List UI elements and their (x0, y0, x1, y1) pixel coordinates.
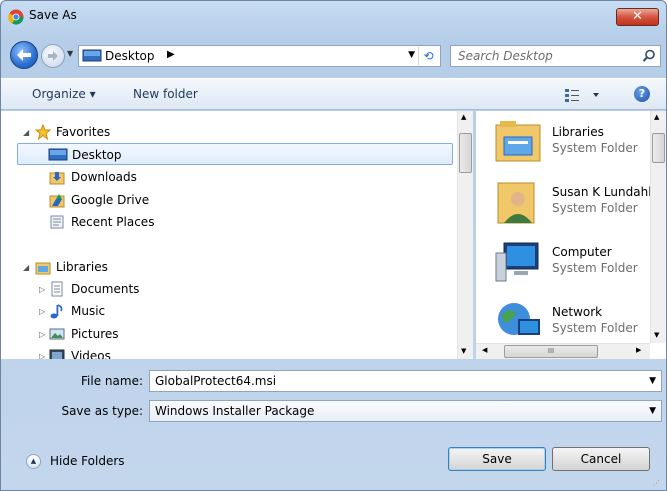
downloads-folder-icon (49, 172, 65, 185)
save-type-select[interactable]: Windows Installer Package ▼ (149, 400, 662, 422)
file-list-vertical-scrollbar[interactable]: ▲ ▼ (650, 111, 666, 343)
scrollbar-thumb[interactable] (652, 133, 665, 163)
desktop-icon (48, 148, 68, 161)
user-folder-icon (497, 182, 535, 224)
documents-icon (51, 281, 63, 297)
save-as-dialog: Save As ✕ ▼ Desktop ▶ ▼ ⟲ Search Desktop… (0, 0, 667, 491)
scrollbar-thumb[interactable] (459, 133, 472, 173)
scroll-down-icon[interactable]: ▼ (461, 347, 466, 355)
expand-libraries-icon[interactable]: ◢ (23, 263, 29, 272)
window-title: Save As (29, 8, 77, 22)
save-type-value[interactable]: Windows Installer Package (155, 404, 314, 418)
nav-item-downloads[interactable]: Downloads (17, 166, 453, 188)
file-name-dropdown-icon[interactable]: ▼ (649, 376, 656, 386)
nav-libraries-header[interactable]: Libraries (35, 256, 335, 278)
address-dropdown-icon[interactable]: ▼ (408, 50, 415, 60)
back-arrow-icon (17, 49, 31, 61)
nav-item-google-drive[interactable]: Google Drive (17, 189, 453, 211)
desktop-icon (82, 49, 102, 62)
nav-item-documents[interactable]: Documents (17, 278, 453, 300)
scroll-left-icon[interactable]: ◀ (482, 346, 487, 354)
save-button[interactable]: Save (448, 447, 546, 471)
file-item-computer[interactable]: Computer System Folder (494, 235, 654, 291)
expand-favorites-icon[interactable]: ◢ (23, 128, 29, 137)
save-fields: File name: GlobalProtect64.msi ▼ Save as… (1, 360, 666, 430)
file-name-label: File name: (81, 374, 143, 388)
refresh-button[interactable]: ⟲ (418, 47, 438, 65)
search-icon (642, 49, 655, 62)
navigation-tree: ◢ Favorites Desktop Downloads Google Dri… (1, 111, 455, 359)
search-input[interactable]: Search Desktop (458, 49, 553, 63)
back-button[interactable] (10, 41, 38, 69)
scroll-up-icon[interactable]: ▲ (461, 113, 466, 121)
scroll-down-icon[interactable]: ▼ (654, 331, 659, 339)
chevron-right-icon[interactable]: ▶ (167, 49, 175, 60)
save-type-dropdown-icon[interactable]: ▼ (649, 406, 656, 416)
file-name-value[interactable]: GlobalProtect64.msi (155, 374, 276, 388)
search-box[interactable]: Search Desktop (450, 45, 661, 67)
file-item-user-folder[interactable]: Susan K Lundahl System Folder (494, 175, 654, 231)
dialog-footer: ▲ Hide Folders Save Cancel ⋰ (1, 430, 666, 490)
resize-grip-icon[interactable]: ⋰ (653, 479, 663, 489)
navigation-scrollbar[interactable]: ▲ ▼ (457, 111, 473, 359)
help-button[interactable]: ? (634, 86, 650, 102)
file-name-input[interactable]: GlobalProtect64.msi ▼ (149, 370, 662, 392)
recent-locations-dropdown-icon[interactable]: ▼ (67, 49, 73, 58)
file-list: Libraries System Folder Susan K Lundahl … (476, 111, 666, 359)
videos-icon (49, 349, 65, 359)
star-icon (35, 124, 51, 140)
libraries-icon (35, 262, 51, 275)
organize-button[interactable]: Organize ▾ (32, 87, 96, 101)
nav-item-desktop[interactable]: Desktop (17, 143, 453, 165)
nav-item-pictures[interactable]: Pictures (17, 323, 453, 345)
command-toolbar: Organize ▾ New folder ? (1, 78, 666, 110)
address-bar[interactable]: Desktop ▶ ▼ ⟲ (78, 45, 441, 67)
title-bar: Save As ✕ (1, 1, 666, 31)
nav-item-recent-places[interactable]: Recent Places (17, 211, 453, 233)
new-folder-button[interactable]: New folder (133, 87, 198, 101)
nav-favorites-header[interactable]: Favorites (35, 121, 335, 143)
forward-button[interactable] (41, 44, 65, 68)
address-location[interactable]: Desktop (105, 49, 155, 63)
cancel-button[interactable]: Cancel (552, 447, 650, 471)
pictures-icon (49, 328, 65, 340)
change-view-icon[interactable] (564, 87, 602, 103)
chrome-icon (8, 9, 24, 25)
computer-icon (495, 242, 539, 282)
close-button[interactable]: ✕ (616, 8, 659, 26)
scroll-up-icon[interactable]: ▲ (654, 113, 659, 121)
scroll-right-icon[interactable]: ▶ (636, 346, 641, 354)
nav-item-videos[interactable]: Videos (17, 345, 453, 359)
scrollbar-thumb[interactable]: III (504, 345, 598, 358)
file-item-libraries[interactable]: Libraries System Folder (494, 115, 654, 171)
recent-places-icon (50, 215, 64, 229)
music-icon (50, 304, 63, 319)
file-list-horizontal-scrollbar[interactable]: ◀ III ▶ (476, 343, 650, 359)
nav-item-music[interactable]: Music (17, 300, 453, 322)
network-icon (498, 303, 540, 335)
forward-arrow-icon (48, 51, 58, 61)
collapse-icon[interactable]: ▲ (26, 454, 41, 469)
save-type-label: Save as type: (61, 404, 143, 418)
navigation-bar: ▼ Desktop ▶ ▼ ⟲ Search Desktop (1, 33, 666, 77)
navigation-pane: ◢ Favorites Desktop Downloads Google Dri… (1, 111, 473, 359)
libraries-icon (495, 121, 541, 162)
google-drive-folder-icon (49, 194, 65, 208)
